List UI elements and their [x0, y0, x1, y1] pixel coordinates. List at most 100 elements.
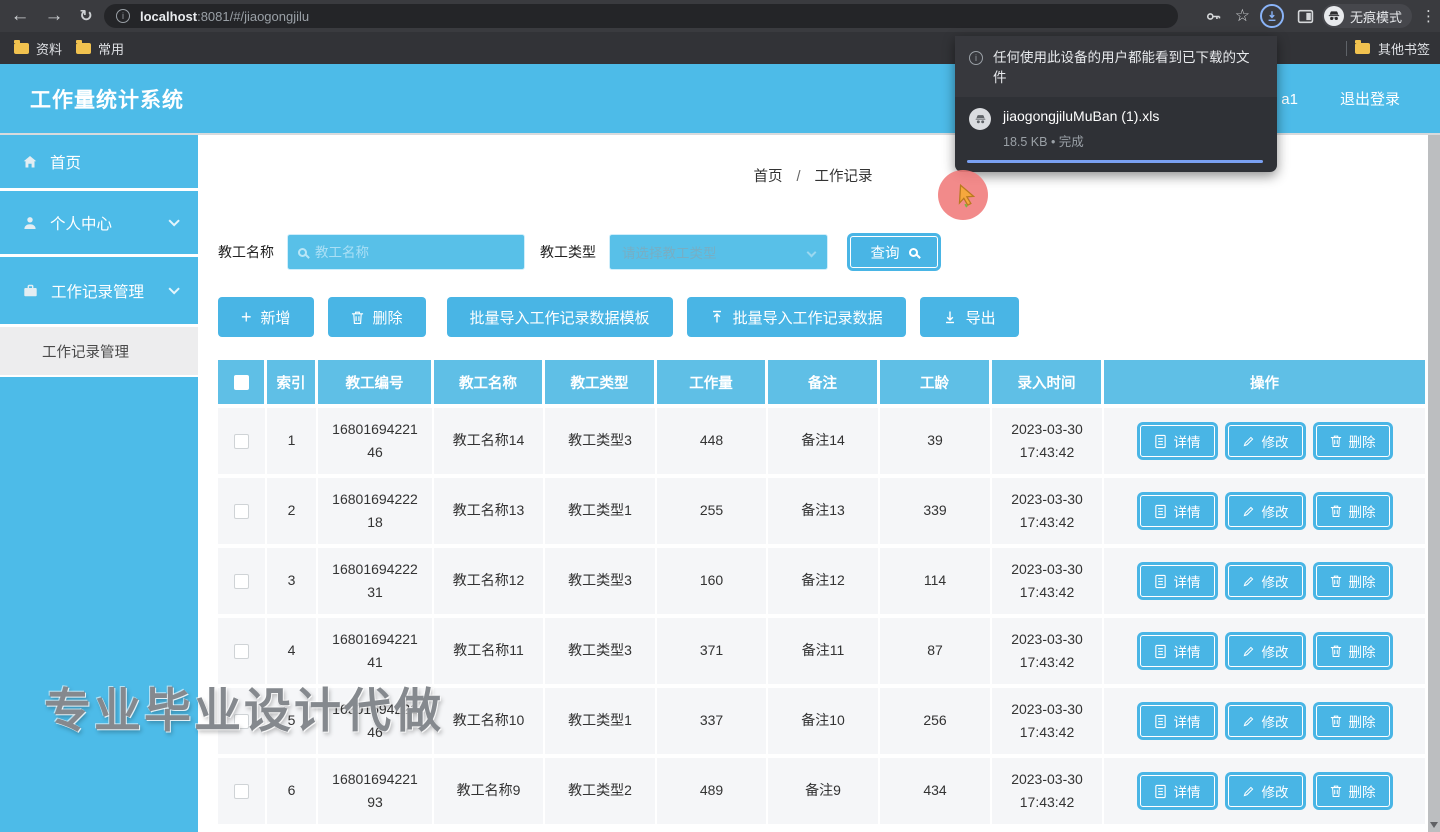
data-table: 索引 教工编号 教工名称 教工类型 工作量 备注 工龄 录入时间 操作 1168…: [218, 360, 1425, 824]
cell-seniority: 87: [880, 618, 992, 684]
cell-seniority: 114: [880, 548, 992, 614]
staff-name-input[interactable]: [315, 245, 514, 260]
scroll-down-arrow-icon[interactable]: [1430, 822, 1438, 828]
row-edit-button[interactable]: 修改: [1228, 775, 1303, 807]
pencil-icon: [1242, 505, 1255, 518]
row-delete-button[interactable]: 删除: [1316, 635, 1390, 667]
bookmark-folder-ziliao[interactable]: 资料: [14, 39, 62, 58]
row-checkbox[interactable]: [234, 434, 249, 449]
bookmark-star-icon[interactable]: ☆: [1235, 4, 1250, 28]
row-edit-button[interactable]: 修改: [1228, 705, 1303, 737]
browser-toolbar: ← → ↻ i localhost:8081/#/jiaogongjilu ☆ …: [0, 0, 1440, 32]
cell-staff-no: 1680169422193: [318, 758, 434, 824]
row-checkbox[interactable]: [234, 574, 249, 589]
row-detail-button[interactable]: 详情: [1140, 565, 1215, 597]
row-edit-button[interactable]: 修改: [1228, 635, 1303, 667]
upload-icon: [710, 310, 724, 324]
staff-name-input-wrap: [287, 234, 525, 270]
row-delete-button[interactable]: 删除: [1316, 425, 1390, 457]
row-edit-button[interactable]: 修改: [1228, 565, 1303, 597]
document-icon: [1154, 644, 1167, 659]
page-scrollbar[interactable]: [1428, 135, 1440, 832]
row-detail-button[interactable]: 详情: [1140, 425, 1215, 457]
folder-icon: [14, 43, 29, 54]
chevron-down-icon: [168, 215, 179, 226]
row-detail-button[interactable]: 详情: [1140, 635, 1215, 667]
cell-staff-name: 教工名称10: [434, 688, 545, 754]
row-checkbox[interactable]: [234, 504, 249, 519]
logout-link[interactable]: 退出登录: [1340, 88, 1400, 109]
cell-operations: 详情修改删除: [1104, 478, 1425, 544]
row-delete-button[interactable]: 删除: [1316, 705, 1390, 737]
sidebar-item-personal-center[interactable]: 个人中心: [0, 191, 198, 257]
row-edit-button[interactable]: 修改: [1228, 495, 1303, 527]
row-checkbox[interactable]: [234, 784, 249, 799]
cell-seniority: 434: [880, 758, 992, 824]
cell-seniority: 256: [880, 688, 992, 754]
person-icon: [22, 215, 38, 231]
cell-staff-name: 教工名称11: [434, 618, 545, 684]
add-button[interactable]: + 新增: [218, 297, 314, 337]
url-text: localhost:8081/#/jiaogongjilu: [140, 9, 309, 24]
row-delete-button[interactable]: 删除: [1316, 565, 1390, 597]
address-bar[interactable]: i localhost:8081/#/jiaogongjilu: [104, 4, 1178, 28]
cell-remark: 备注12: [768, 548, 880, 614]
download-file-row[interactable]: jiaogongjiluMuBan (1).xls 18.5 KB • 完成: [955, 97, 1277, 150]
forward-icon[interactable]: →: [40, 0, 68, 32]
downloads-icon[interactable]: [1260, 4, 1284, 28]
cell-remark: 备注13: [768, 478, 880, 544]
cell-staff-no: 1680169422146: [318, 408, 434, 474]
breadcrumb-home[interactable]: 首页: [753, 169, 782, 185]
sidebar-item-home[interactable]: 首页: [0, 135, 198, 191]
table-header-row: 索引 教工编号 教工名称 教工类型 工作量 备注 工龄 录入时间 操作: [218, 360, 1425, 404]
pencil-icon: [1242, 645, 1255, 658]
side-panel-icon[interactable]: [1297, 4, 1314, 28]
cell-operations: 详情修改删除: [1104, 548, 1425, 614]
row-delete-button[interactable]: 删除: [1316, 495, 1390, 527]
document-icon: [1154, 574, 1167, 589]
staff-type-select[interactable]: 请选择教工类型: [609, 234, 828, 270]
select-all-checkbox[interactable]: [234, 375, 249, 390]
download-info-row: i 任何使用此设备的用户都能看到已下载的文件: [955, 36, 1277, 97]
home-icon: [22, 154, 38, 170]
row-detail-button[interactable]: 详情: [1140, 495, 1215, 527]
cell-staff-type: 教工类型1: [545, 688, 657, 754]
pencil-icon: [1242, 575, 1255, 588]
row-detail-button[interactable]: 详情: [1140, 705, 1215, 737]
watermark-text: 专业毕业设计代做: [44, 672, 444, 741]
page-info-icon[interactable]: i: [116, 9, 130, 23]
row-edit-button[interactable]: 修改: [1228, 425, 1303, 457]
bookmark-folder-changyong[interactable]: 常用: [76, 39, 124, 58]
row-detail-button[interactable]: 详情: [1140, 775, 1215, 807]
trash-icon: [1330, 434, 1342, 448]
sidebar-subitem-work-record-mgmt[interactable]: 工作记录管理: [0, 327, 198, 377]
search-button[interactable]: 查询: [850, 236, 938, 268]
cell-entry-time: 2023-03-30 17:43:42: [992, 478, 1104, 544]
cell-seniority: 39: [880, 408, 992, 474]
back-icon[interactable]: ←: [6, 0, 34, 32]
info-icon: i: [969, 51, 983, 65]
cursor-highlight: [938, 170, 988, 220]
reload-icon[interactable]: ↻: [72, 0, 100, 32]
action-button-row: + 新增 删除 批量导入工作记录数据模板 批量导入工作记录数据 导出: [218, 297, 1019, 337]
row-checkbox[interactable]: [234, 644, 249, 659]
sidebar-item-work-record-mgmt[interactable]: 工作记录管理: [0, 257, 198, 327]
row-delete-button[interactable]: 删除: [1316, 775, 1390, 807]
cell-staff-name: 教工名称9: [434, 758, 545, 824]
breadcrumb-current: 工作记录: [815, 169, 873, 185]
import-data-button[interactable]: 批量导入工作记录数据: [687, 297, 906, 337]
trash-icon: [1330, 714, 1342, 728]
col-header-remark: 备注: [768, 360, 880, 404]
key-icon[interactable]: [1205, 4, 1222, 28]
cell-remark: 备注9: [768, 758, 880, 824]
delete-button[interactable]: 删除: [328, 297, 426, 337]
pencil-icon: [1242, 435, 1255, 448]
export-button[interactable]: 导出: [920, 297, 1019, 337]
import-template-button[interactable]: 批量导入工作记录数据模板: [447, 297, 673, 337]
cell-entry-time: 2023-03-30 17:43:42: [992, 688, 1104, 754]
chevron-down-icon: [168, 283, 179, 294]
menu-dots-icon[interactable]: ⋮: [1421, 4, 1436, 28]
other-bookmarks[interactable]: 其他书签: [1346, 32, 1430, 64]
cell-workload: 255: [657, 478, 768, 544]
cell-index: 6: [267, 758, 318, 824]
